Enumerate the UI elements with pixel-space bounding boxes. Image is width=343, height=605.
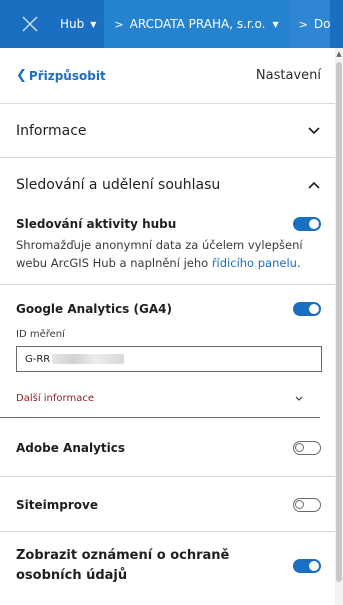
adobe-analytics-toggle[interactable] (293, 441, 321, 455)
caret-down-icon: ▼ (90, 19, 97, 29)
privacy-notice-toggle[interactable] (293, 559, 321, 573)
breadcrumb-organization[interactable]: > ARCDATA PRAHA, s.r.o. ▼ (104, 0, 289, 48)
hub-tracking-label: Sledování aktivity hubu (16, 217, 177, 231)
chevron-left-icon: ❮ (16, 68, 27, 83)
dashboard-link[interactable]: řídicího panelu (212, 256, 297, 270)
measurement-id-label: ID měření (16, 329, 65, 340)
breadcrumb-organization-label: ARCDATA PRAHA, s.r.o. (129, 17, 266, 31)
scrollbar-thumb[interactable] (336, 62, 342, 582)
back-customize-link[interactable]: ❮ Přizpůsobit (16, 68, 106, 83)
toggle-knob (309, 561, 319, 571)
chevron-down-icon (292, 392, 306, 406)
hub-tracking-desc-end: . (296, 256, 301, 270)
section-tracking-header[interactable]: Sledování a udělení souhlasu (0, 158, 335, 212)
back-customize-label: Přizpůsobit (28, 68, 106, 83)
caret-down-icon: ▼ (272, 19, 279, 29)
google-analytics-setting: Google Analytics (GA4) ID měření G-RR (0, 285, 335, 372)
more-info-dropdown[interactable]: Další informace (0, 380, 320, 418)
breadcrumb-separator-icon: > (298, 17, 308, 31)
adobe-analytics-label: Adobe Analytics (16, 441, 125, 455)
toggle-knob (309, 219, 319, 229)
panel-header: ❮ Přizpůsobit Nastavení (0, 48, 335, 104)
section-tracking-title: Sledování a udělení souhlasu (16, 177, 221, 193)
panel-title: Nastavení (255, 68, 321, 83)
hub-tracking-toggle[interactable] (293, 217, 321, 231)
breadcrumb-separator-icon: > (114, 17, 124, 31)
google-analytics-toggle[interactable] (293, 302, 321, 316)
siteimprove-setting: Siteimprove (0, 477, 335, 515)
scrollbar[interactable]: ▲ (335, 48, 343, 605)
chevron-up-icon (307, 178, 321, 192)
toggle-knob (295, 443, 304, 452)
toggle-knob (309, 304, 319, 314)
privacy-notice-label: Zobrazit oznámení o ochraně osobních úda… (16, 548, 230, 583)
scroll-up-arrow-icon[interactable]: ▲ (335, 50, 343, 58)
top-navigation-bar: Hub ▼ > ARCDATA PRAHA, s.r.o. ▼ > Do (0, 0, 343, 48)
measurement-id-value: G-RR (25, 353, 51, 365)
hub-menu-label: Hub (60, 17, 85, 31)
adobe-analytics-setting: Adobe Analytics (0, 418, 335, 458)
hub-tracking-description: Shromažďuje anonymní data za účelem vyle… (16, 236, 321, 272)
siteimprove-label: Siteimprove (16, 498, 98, 512)
siteimprove-toggle[interactable] (293, 498, 321, 512)
measurement-id-input[interactable]: G-RR (16, 346, 322, 372)
close-icon[interactable] (0, 0, 60, 48)
breadcrumb-next-label: Do (313, 17, 331, 31)
section-info-title: Informace (16, 122, 87, 139)
chevron-down-icon (307, 124, 321, 138)
settings-panel: Informace Sledování a udělení souhlasu S… (0, 104, 335, 586)
toggle-knob (295, 500, 304, 509)
privacy-notice-setting: Zobrazit oznámení o ochraně osobních úda… (0, 532, 335, 586)
redacted-value (52, 354, 125, 364)
breadcrumb-next[interactable]: > Do (288, 0, 331, 48)
google-analytics-label: Google Analytics (GA4) (16, 302, 172, 316)
more-info-label: Další informace (16, 393, 94, 404)
hub-menu-button[interactable]: Hub ▼ (60, 0, 104, 48)
section-info-header[interactable]: Informace (0, 104, 335, 158)
hub-tracking-setting: Sledování aktivity hubu Shromažďuje anon… (0, 212, 335, 272)
